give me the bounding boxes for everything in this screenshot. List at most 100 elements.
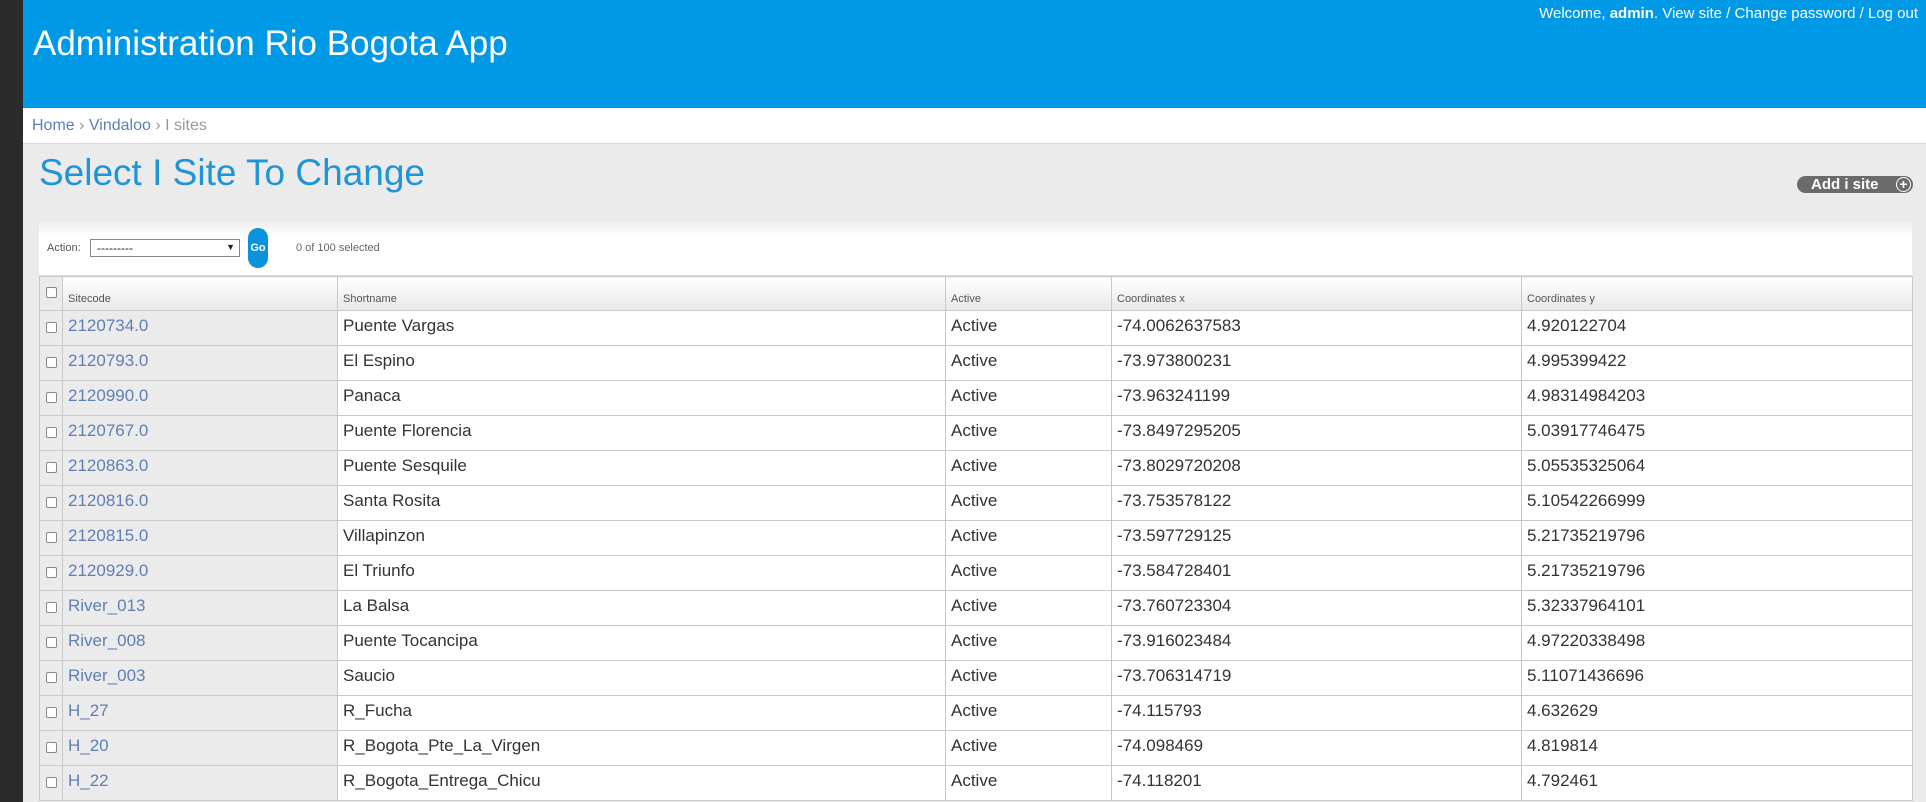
row-checkbox[interactable]	[45, 707, 57, 718]
row-checkbox[interactable]	[45, 742, 57, 753]
shortname-cell: R_Bogota_Entrega_Chicu	[337, 765, 946, 801]
sitecode-link[interactable]: 2120929.0	[68, 561, 148, 580]
row-checkbox-cell[interactable]	[39, 450, 63, 486]
row-checkbox[interactable]	[45, 462, 57, 473]
coordinates-y-cell: 5.11071436696	[1521, 660, 1913, 696]
column-header-active[interactable]: Active	[945, 276, 1112, 311]
row-checkbox-cell[interactable]	[39, 310, 63, 346]
row-checkbox-cell[interactable]	[39, 590, 63, 626]
row-checkbox-cell[interactable]	[39, 625, 63, 661]
sitecode-link[interactable]: 2120863.0	[68, 456, 148, 475]
coordinates-x-cell: -73.963241199	[1111, 380, 1522, 416]
row-checkbox-cell[interactable]	[39, 380, 63, 416]
actions-bar: Action: --------- ▼ Go 0 of 100 selected	[39, 222, 1912, 276]
active-cell: Active	[945, 485, 1112, 521]
row-checkbox-cell[interactable]	[39, 765, 63, 801]
sitecode-link[interactable]: River_008	[68, 631, 146, 650]
action-select[interactable]: --------- ▼	[90, 239, 240, 257]
breadcrumb-app[interactable]: Vindaloo	[89, 117, 151, 134]
row-checkbox-cell[interactable]	[39, 730, 63, 766]
row-checkbox-cell[interactable]	[39, 555, 63, 591]
shortname-cell: El Triunfo	[337, 555, 946, 591]
row-checkbox[interactable]	[45, 672, 57, 683]
sitecode-link[interactable]: River_003	[68, 666, 146, 685]
coordinates-y-cell: 5.21735219796	[1521, 555, 1913, 591]
table-row: River_008 Puente Tocancipa Active -73.91602…	[39, 625, 1913, 661]
coordinates-y-cell: 5.05535325064	[1521, 450, 1913, 486]
sitecode-cell: 2120767.0	[62, 415, 338, 451]
select-all-checkbox-cell[interactable]	[39, 276, 63, 311]
row-checkbox-cell[interactable]	[39, 485, 63, 521]
shortname-cell: Saucio	[337, 660, 946, 696]
coordinates-x-cell: -73.8497295205	[1111, 415, 1522, 451]
logout-link[interactable]: Log out	[1868, 5, 1918, 22]
row-checkbox[interactable]	[45, 497, 57, 508]
table-row: H_20 R_Bogota_Pte_La_Virgen Active -74.0984…	[39, 730, 1913, 766]
coordinates-y-cell: 4.792461	[1521, 765, 1913, 801]
row-checkbox[interactable]	[45, 357, 57, 368]
coordinates-x-cell: -73.760723304	[1111, 590, 1522, 626]
table-header-row: Sitecode Shortname Active Coordinates x …	[39, 276, 1913, 311]
user-tools-separator: /	[1722, 5, 1735, 22]
coordinates-x-cell: -73.753578122	[1111, 485, 1522, 521]
chevron-down-icon: ▼	[226, 242, 235, 252]
sitecode-link[interactable]: 2120767.0	[68, 421, 148, 440]
coordinates-x-cell: -73.8029720208	[1111, 450, 1522, 486]
sitecode-link[interactable]: River_013	[68, 596, 146, 615]
active-cell: Active	[945, 415, 1112, 451]
change-password-link[interactable]: Change password	[1735, 5, 1856, 22]
row-checkbox[interactable]	[45, 427, 57, 438]
row-checkbox-cell[interactable]	[39, 415, 63, 451]
select-all-checkbox[interactable]	[45, 286, 57, 298]
go-button[interactable]: Go	[248, 228, 268, 268]
table-row: 2120929.0 El Triunfo Active -73.584728401 5.…	[39, 555, 1913, 591]
sitecode-cell: 2120815.0	[62, 520, 338, 556]
header: Administration Rio Bogota App Welcome, a…	[23, 0, 1926, 108]
row-checkbox[interactable]	[45, 777, 57, 788]
sitecode-link[interactable]: H_22	[68, 771, 109, 790]
shortname-cell: R_Fucha	[337, 695, 946, 731]
column-header-coordinates-y[interactable]: Coordinates y	[1521, 276, 1913, 311]
column-header-sitecode[interactable]: Sitecode	[62, 276, 338, 311]
row-checkbox[interactable]	[45, 392, 57, 403]
table-row: 2120816.0 Santa Rosita Active -73.753578122…	[39, 485, 1913, 521]
sitecode-cell: H_20	[62, 730, 338, 766]
row-checkbox[interactable]	[45, 637, 57, 648]
breadcrumb-home[interactable]: Home	[32, 117, 75, 134]
row-checkbox-cell[interactable]	[39, 520, 63, 556]
row-checkbox[interactable]	[45, 322, 57, 333]
site-title: Administration Rio Bogota App	[33, 24, 508, 63]
row-checkbox-cell[interactable]	[39, 345, 63, 381]
sitecode-link[interactable]: H_27	[68, 701, 109, 720]
active-cell: Active	[945, 695, 1112, 731]
sitecode-link[interactable]: 2120816.0	[68, 491, 148, 510]
shortname-cell: Puente Tocancipa	[337, 625, 946, 661]
sitecode-link[interactable]: 2120734.0	[68, 316, 148, 335]
breadcrumb: Home › Vindaloo › I sites	[23, 108, 1926, 144]
row-checkbox-cell[interactable]	[39, 695, 63, 731]
row-checkbox[interactable]	[45, 532, 57, 543]
view-site-link[interactable]: View site	[1662, 5, 1722, 22]
shortname-cell: R_Bogota_Pte_La_Virgen	[337, 730, 946, 766]
column-header-shortname[interactable]: Shortname	[337, 276, 946, 311]
row-checkbox-cell[interactable]	[39, 660, 63, 696]
sitecode-link[interactable]: H_20	[68, 736, 109, 755]
active-cell: Active	[945, 310, 1112, 346]
action-select-value: ---------	[97, 241, 133, 255]
add-i-site-button[interactable]: Add i site +	[1797, 176, 1913, 193]
sitecode-link[interactable]: 2120793.0	[68, 351, 148, 370]
breadcrumb-separator: ›	[74, 117, 89, 134]
table-row: River_013 La Balsa Active -73.760723304 5.32…	[39, 590, 1913, 626]
coordinates-y-cell: 4.97220338498	[1521, 625, 1913, 661]
table-row: H_27 R_Fucha Active -74.115793 4.632629	[39, 695, 1913, 731]
coordinates-y-cell: 4.920122704	[1521, 310, 1913, 346]
active-cell: Active	[945, 660, 1112, 696]
column-header-coordinates-x[interactable]: Coordinates x	[1111, 276, 1522, 311]
row-checkbox[interactable]	[45, 567, 57, 578]
coordinates-x-cell: -73.916023484	[1111, 625, 1522, 661]
row-checkbox[interactable]	[45, 602, 57, 613]
sitecode-link[interactable]: 2120990.0	[68, 386, 148, 405]
sitecode-link[interactable]: 2120815.0	[68, 526, 148, 545]
table-row: 2120815.0 Villapinzon Active -73.597729125 5…	[39, 520, 1913, 556]
shortname-cell: Villapinzon	[337, 520, 946, 556]
